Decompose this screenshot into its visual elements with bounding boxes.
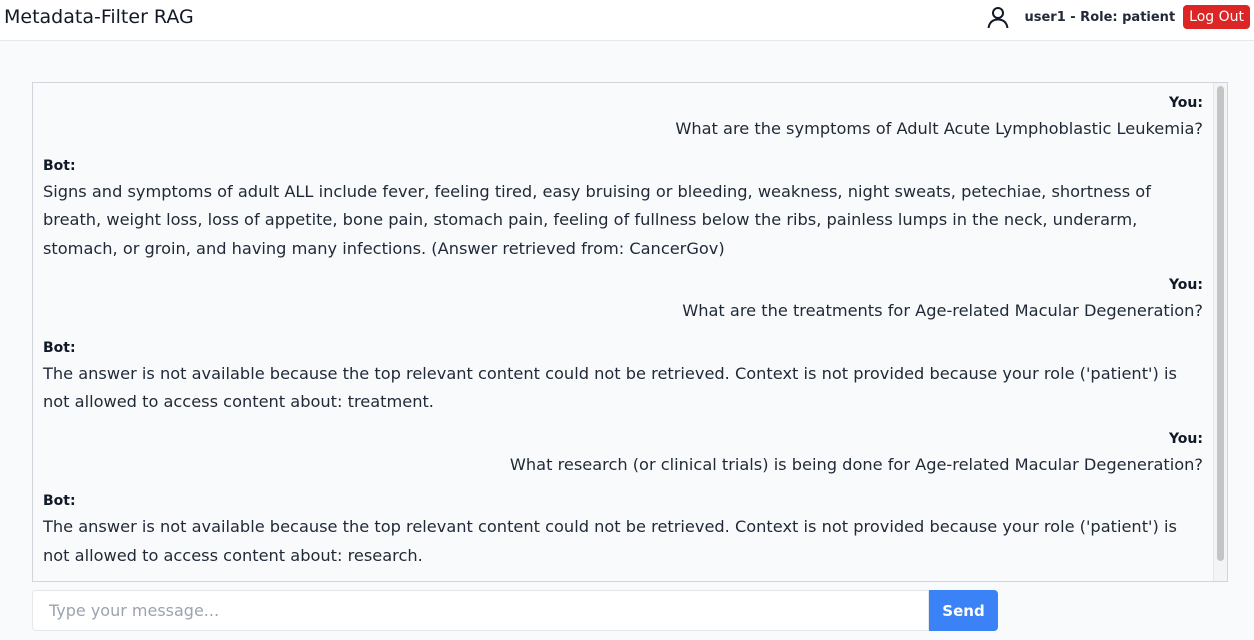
user-role-label: user1 - Role: patient — [1024, 9, 1176, 25]
message-speaker: You: — [1168, 430, 1203, 447]
message-speaker: Bot: — [43, 493, 76, 509]
logout-button[interactable]: Log Out — [1183, 5, 1250, 29]
send-button[interactable]: Send — [929, 590, 998, 631]
message-text: What are the symptoms of Adult Acute Lym… — [675, 119, 1203, 138]
message-speaker: Bot: — [43, 339, 76, 356]
user-message: You: What research (or clinical trials) … — [43, 429, 1203, 480]
message-text: Signs and symptoms of adult ALL include … — [43, 181, 1151, 258]
message-speaker: You: — [1168, 277, 1203, 293]
bot-message: Bot: The answer is not available because… — [43, 338, 1203, 417]
chat-scrollbar[interactable] — [1213, 83, 1227, 581]
app-header: Metadata-Filter RAG user1 - Role: patien… — [0, 0, 1254, 41]
bot-message: Bot: The answer is not available because… — [43, 491, 1203, 570]
bot-message: Bot: Signs and symptoms of adult ALL inc… — [43, 156, 1203, 264]
message-speaker: Bot: — [43, 157, 76, 174]
chat-history: You: What are the symptoms of Adult Acut… — [32, 82, 1228, 582]
message-text: What are the treatments for Age-related … — [682, 301, 1203, 320]
user-icon — [986, 5, 1010, 29]
message-input[interactable] — [32, 590, 929, 631]
user-message: You: What are the treatments for Age-rel… — [43, 275, 1203, 326]
message-text: The answer is not available because the … — [43, 517, 1177, 565]
message-text: The answer is not available because the … — [43, 363, 1177, 412]
scrollbar-thumb[interactable] — [1217, 86, 1224, 561]
app-title: Metadata-Filter RAG — [4, 6, 194, 28]
user-area: user1 - Role: patient Log Out — [986, 4, 1250, 30]
message-text: What research (or clinical trials) is be… — [509, 454, 1203, 474]
message-speaker: You: — [1168, 95, 1203, 111]
chat-scroll-area: You: What are the symptoms of Adult Acut… — [33, 83, 1213, 581]
user-message: You: What are the symptoms of Adult Acut… — [43, 93, 1203, 144]
message-composer: Send — [32, 590, 998, 631]
